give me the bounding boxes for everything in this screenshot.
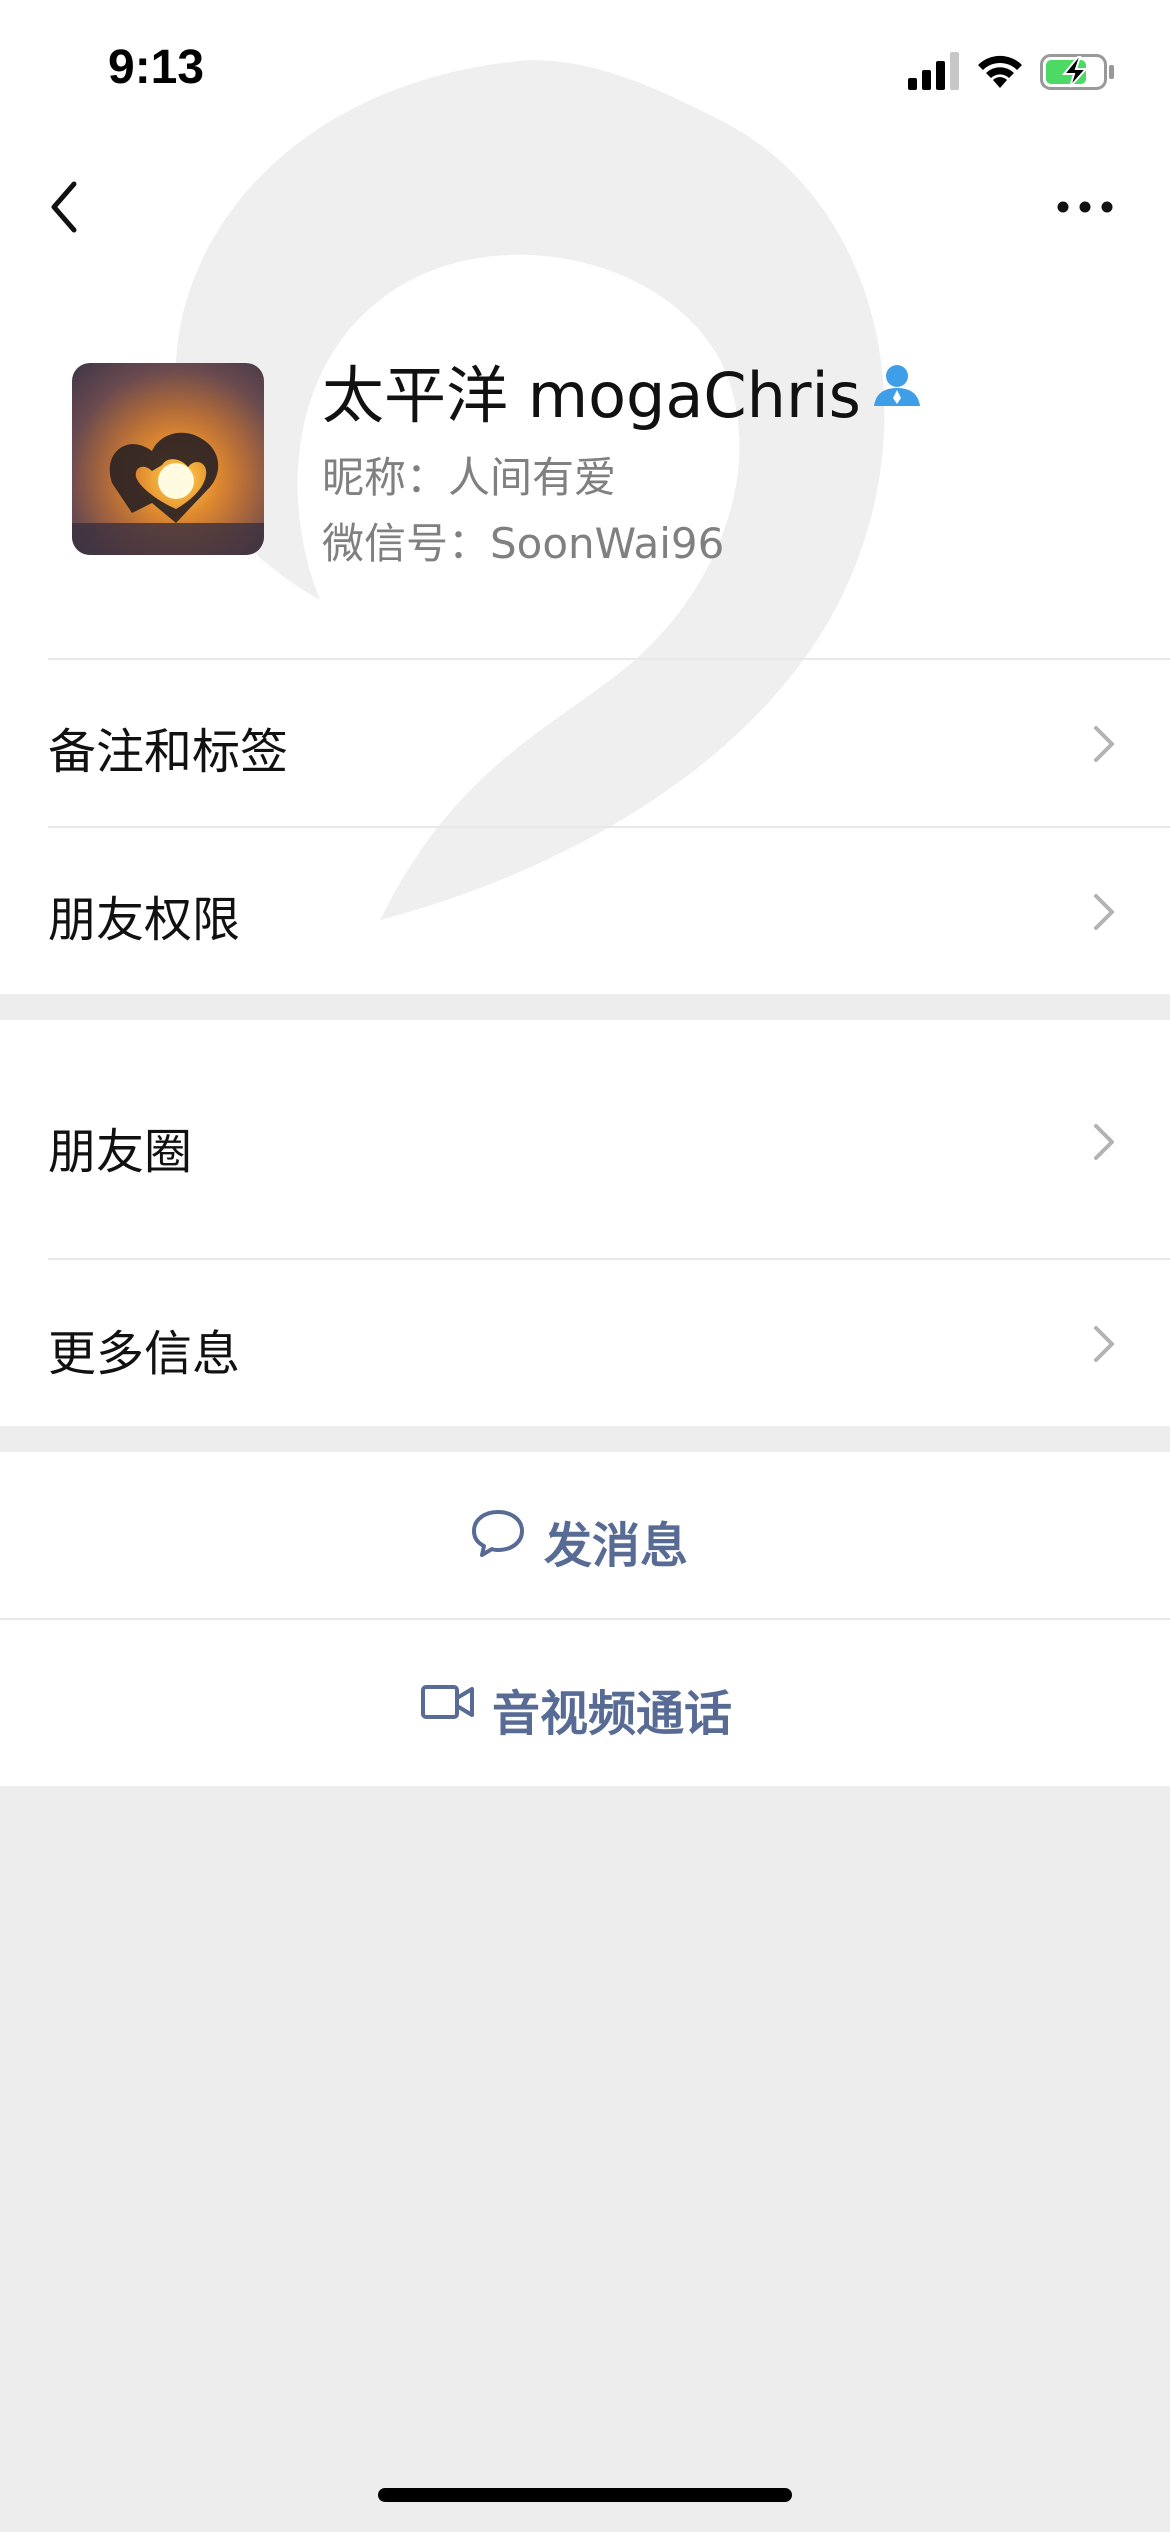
heart-hands-photo xyxy=(72,432,264,555)
row-label: 朋友圈 xyxy=(48,1124,193,1180)
video-call-button[interactable]: 音视频通话 xyxy=(0,1620,1170,1786)
chevron-right-icon xyxy=(1094,1124,1114,1160)
section-gap xyxy=(0,994,1170,1020)
profile-name: 太平洋 mogaChris xyxy=(322,359,861,432)
video-camera-icon xyxy=(421,1685,474,1719)
send-message-button[interactable]: 发消息 xyxy=(0,1452,1170,1618)
contact-badge-icon xyxy=(874,365,920,406)
chevron-right-icon xyxy=(1094,1326,1114,1362)
back-icon[interactable] xyxy=(42,172,86,242)
signal-icon xyxy=(908,52,959,90)
row-label: 朋友权限 xyxy=(48,892,241,948)
status-time: 9:13 xyxy=(108,41,205,94)
video-call-label: 音视频通话 xyxy=(492,1686,733,1742)
row-moments[interactable]: 朋友圈 xyxy=(0,1020,1170,1258)
chat-bubble-icon xyxy=(472,1510,524,1557)
row-more-info[interactable]: 更多信息 xyxy=(0,1260,1170,1426)
status-bar: 9:13 xyxy=(0,0,1170,140)
row-label: 备注和标签 xyxy=(48,724,289,780)
more-icon[interactable] xyxy=(1055,192,1115,222)
row-friend-permissions[interactable]: 朋友权限 xyxy=(0,828,1170,994)
avatar[interactable] xyxy=(72,363,264,555)
nickname-text: 昵称：人间有爱 xyxy=(322,453,617,502)
chevron-right-icon xyxy=(1094,726,1114,762)
wechat-id-text: 微信号：SoonWai96 xyxy=(322,519,725,568)
row-label: 更多信息 xyxy=(48,1326,241,1382)
send-message-label: 发消息 xyxy=(544,1518,689,1574)
home-indicator xyxy=(378,2488,792,2502)
battery-charging-icon xyxy=(1040,54,1114,90)
section-gap xyxy=(0,1426,1170,1452)
chevron-right-icon xyxy=(1094,894,1114,930)
wifi-icon xyxy=(978,55,1022,88)
row-remark-tags[interactable]: 备注和标签 xyxy=(0,660,1170,826)
